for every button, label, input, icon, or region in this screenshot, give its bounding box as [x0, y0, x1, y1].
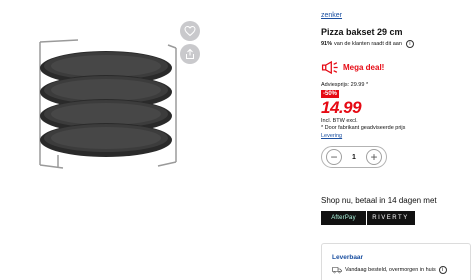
delivery-title: Leverbaar [332, 254, 364, 261]
product-image[interactable] [18, 30, 188, 180]
product-gallery [0, 0, 310, 280]
price: 14.99 [321, 98, 362, 117]
deal-badge: Mega deal! [321, 60, 384, 75]
delivery-link[interactable]: Levering [321, 133, 342, 139]
discount-badge: -50% [321, 90, 340, 98]
heart-icon [184, 25, 196, 37]
recommend-text: van de klanten raadt dit aan [334, 41, 402, 47]
riverty-logo: RIVERTY [366, 211, 415, 225]
share-icon [186, 48, 194, 59]
decrease-button[interactable]: − [326, 149, 342, 165]
deal-label: Mega deal! [343, 63, 385, 72]
payment-logos: AfterPay RIVERTY [321, 211, 415, 225]
recommendation-rate: 91% van de klanten raadt dit aan i [321, 40, 414, 48]
brand-link[interactable]: zenker [321, 12, 342, 19]
product-title: Pizza bakset 29 cm [321, 27, 403, 37]
recommend-percent: 91% [321, 41, 333, 47]
info-icon[interactable]: i [438, 266, 447, 274]
truck-icon [332, 267, 342, 274]
quantity-value[interactable]: 1 [352, 154, 356, 161]
vat-note: Incl. BTW excl. [321, 118, 358, 124]
delivery-row: Vandaag besteld, overmorgen in huis i [332, 266, 447, 274]
megaphone-icon [321, 60, 338, 75]
share-button[interactable] [180, 44, 200, 64]
afterpay-logo: AfterPay [321, 211, 366, 225]
advice-price: Adviesprijs: 29.99 * [321, 82, 369, 88]
info-icon[interactable]: i [405, 40, 414, 48]
quantity-stepper: − 1 + [321, 146, 387, 168]
delivery-text: Vandaag besteld, overmorgen in huis [345, 267, 436, 273]
wishlist-button[interactable] [180, 21, 200, 41]
price-footnote: * Door fabrikant geadviseerde prijs [321, 125, 406, 131]
payment-title: Shop nu, betaal in 14 dagen met [321, 196, 437, 205]
delivery-panel: Leverbaar Vandaag besteld, overmorgen in… [321, 243, 471, 280]
increase-button[interactable]: + [366, 149, 382, 165]
